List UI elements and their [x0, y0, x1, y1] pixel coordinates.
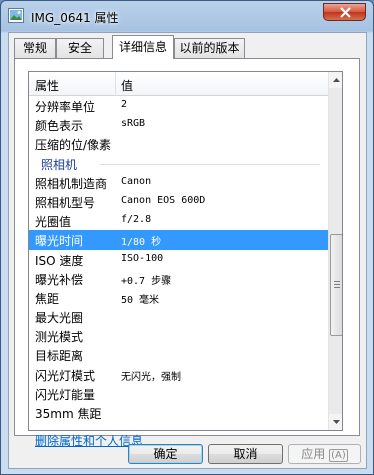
- property-row[interactable]: 闪光灯能量: [29, 384, 328, 403]
- column-divider[interactable]: [115, 72, 116, 96]
- apply-accelerator: A: [335, 450, 342, 461]
- column-header-property[interactable]: 属性: [35, 77, 59, 94]
- remove-properties-link[interactable]: 删除属性和个人信息: [35, 432, 143, 449]
- vertical-scrollbar[interactable]: [328, 72, 342, 430]
- property-name: 曝光补偿: [35, 272, 84, 287]
- property-row[interactable]: 测光模式: [29, 326, 328, 345]
- property-row[interactable]: 焦距 50 毫米: [29, 288, 328, 307]
- property-row[interactable]: 压缩的位/像素: [29, 134, 328, 153]
- window-title: IMG_0641 属性: [31, 11, 119, 25]
- property-name: 闪光灯模式: [35, 368, 96, 383]
- property-name: 光圈值: [35, 215, 72, 230]
- property-row[interactable]: 35mm 焦距: [29, 403, 328, 422]
- property-name: 分辨率单位: [35, 100, 96, 114]
- tab-previous-versions[interactable]: 以前的版本: [174, 38, 245, 58]
- property-name: ISO 速度: [35, 253, 84, 268]
- apply-button[interactable]: 应用 (A): [288, 444, 361, 464]
- tab-security[interactable]: 安全: [56, 38, 104, 58]
- property-name: 照相机型号: [35, 195, 96, 210]
- property-name: 曝光时间: [35, 234, 84, 249]
- property-value: 2: [121, 99, 128, 110]
- group-header-row[interactable]: 照相机: [29, 154, 328, 173]
- property-value: sRGB: [121, 118, 146, 130]
- property-value: 无闪光，强制: [121, 371, 181, 383]
- cancel-button[interactable]: 取消: [208, 444, 283, 464]
- property-name: 闪光灯能量: [35, 387, 96, 402]
- property-name: 照相机制造商: [35, 176, 108, 191]
- property-value: Canon EOS 600D: [121, 194, 206, 206]
- property-row[interactable]: 最大光圈: [29, 307, 328, 326]
- property-name: 35mm 焦距: [35, 407, 102, 421]
- property-name: 最大光圈: [35, 311, 84, 326]
- property-name: 颜色表示: [35, 119, 84, 134]
- title-bar[interactable]: IMG_0641 属性: [1, 1, 373, 33]
- property-row[interactable]: 曝光时间 1/80 秒: [29, 230, 328, 250]
- property-name: 目标距离: [35, 349, 84, 364]
- group-label: 照相机: [41, 157, 78, 172]
- property-row[interactable]: 曝光补偿 +0.7 步骤: [29, 269, 328, 288]
- property-row[interactable]: 分辨率单位 2: [29, 96, 328, 115]
- image-file-icon: [8, 8, 24, 23]
- property-row[interactable]: 目标距离: [29, 345, 328, 364]
- property-value: 1/80 秒: [121, 237, 162, 249]
- scroll-thumb[interactable]: [330, 234, 342, 336]
- property-row[interactable]: 光圈值 f/2.8: [29, 211, 328, 230]
- scroll-down-button[interactable]: [329, 414, 342, 430]
- ok-button[interactable]: 确定: [128, 444, 203, 464]
- properties-window: IMG_0641 属性 常规 安全 详细信息 以前的版本 属性 值 分辨率单位 2…: [0, 0, 374, 475]
- close-icon: [340, 7, 351, 18]
- tab-general[interactable]: 常规: [14, 38, 56, 58]
- property-row[interactable]: 照相机制造商 Canon: [29, 173, 328, 192]
- property-name: 焦距: [35, 291, 60, 306]
- arrow-down-icon: [333, 420, 340, 424]
- property-value: ISO-100: [121, 252, 164, 264]
- dialog-body: 常规 安全 详细信息 以前的版本 属性 值 分辨率单位 2 颜色表示 sRGB 压缩的位…: [8, 32, 367, 469]
- list-header: 属性 值: [29, 72, 328, 96]
- tab-details[interactable]: 详细信息: [112, 35, 174, 59]
- details-panel: 属性 值 分辨率单位 2 颜色表示 sRGB 压缩的位/像素照相机照相机制造商 Canon…: [14, 58, 360, 448]
- property-value: +0.7 步骤: [121, 275, 172, 287]
- group-divider: [99, 163, 320, 165]
- property-value: f/2.8: [121, 214, 152, 226]
- column-header-value[interactable]: 值: [121, 77, 133, 94]
- property-row[interactable]: 颜色表示 sRGB: [29, 115, 328, 134]
- property-name: 压缩的位/像素: [35, 138, 112, 153]
- close-button[interactable]: [323, 3, 366, 21]
- list-rows: 分辨率单位 2 颜色表示 sRGB 压缩的位/像素照相机照相机制造商 Canon 照相机型号…: [29, 96, 328, 422]
- property-row[interactable]: ISO 速度 ISO-100: [29, 250, 328, 269]
- property-row[interactable]: 闪光灯模式 无闪光，强制: [29, 365, 328, 384]
- property-value: Canon: [121, 175, 152, 187]
- apply-label: 应用: [301, 447, 326, 461]
- scroll-up-button[interactable]: [329, 72, 342, 88]
- property-name: 测光模式: [35, 330, 84, 345]
- arrow-up-icon: [333, 78, 340, 82]
- property-list[interactable]: 属性 值 分辨率单位 2 颜色表示 sRGB 压缩的位/像素照相机照相机制造商 Canon…: [28, 71, 343, 431]
- property-row[interactable]: 照相机型号 Canon EOS 600D: [29, 192, 328, 211]
- property-value: 50 毫米: [121, 294, 160, 306]
